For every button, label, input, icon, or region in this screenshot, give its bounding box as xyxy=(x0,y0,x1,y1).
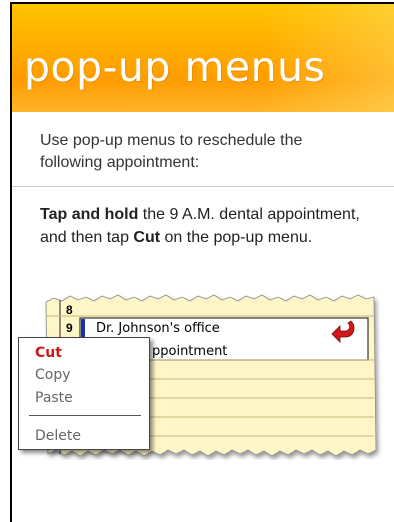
appointment-subtitle[interactable]: ppointment xyxy=(152,344,227,359)
instruction-bold-tap-and-hold: Tap and hold xyxy=(40,206,139,223)
instruction-text: Tap and hold the 9 A.M. dental appointme… xyxy=(40,203,380,249)
menu-separator xyxy=(29,415,141,416)
menu-item-cut[interactable]: Cut xyxy=(35,344,62,362)
menu-item-paste[interactable]: Paste xyxy=(35,389,73,407)
popup-menu: Cut Copy Paste Delete xyxy=(18,337,150,450)
menu-item-delete[interactable]: Delete xyxy=(35,427,81,445)
instruction-bold-cut: Cut xyxy=(133,229,161,246)
appointment-title[interactable]: Dr. Johnson's office xyxy=(96,321,220,336)
intro-text: Use pop-up menus to reschedule the follo… xyxy=(40,132,303,171)
hour-label-8: 8 xyxy=(66,303,73,317)
divider xyxy=(12,186,394,187)
instruction-text-part-2: on the pop-up menu. xyxy=(160,229,313,246)
undo-arrow-icon xyxy=(331,320,355,343)
hour-label-9: 9 xyxy=(66,321,73,335)
page-title: pop-up menus xyxy=(24,43,326,91)
menu-item-copy[interactable]: Copy xyxy=(35,366,71,384)
